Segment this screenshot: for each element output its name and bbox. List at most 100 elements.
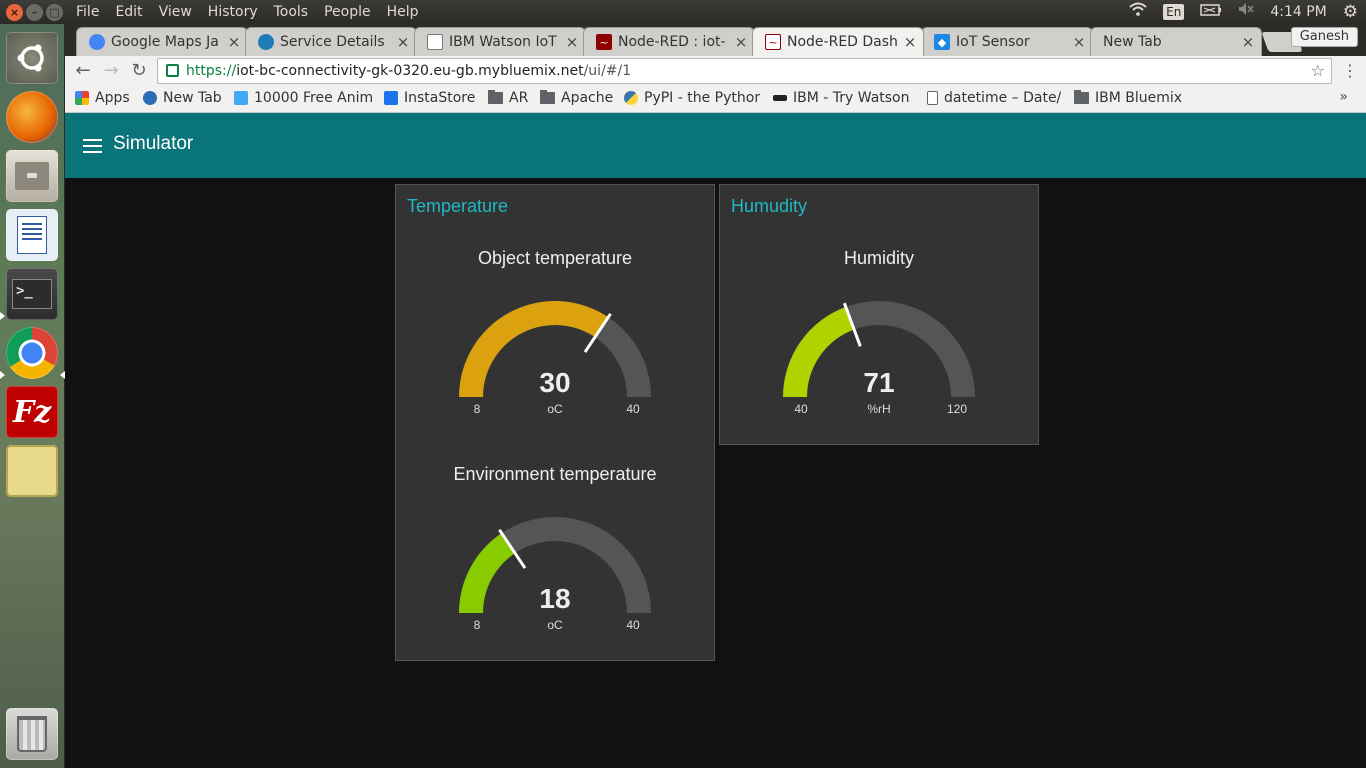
clock[interactable]: 4:14 PM — [1262, 0, 1334, 24]
session-gear-icon[interactable]: ⚙ — [1335, 0, 1366, 24]
bookmark-free-animations[interactable]: 10000 Free Anim — [234, 90, 372, 106]
tab-node-red-editor[interactable]: ~ Node-RED : iot- × — [583, 27, 755, 56]
page-icon — [927, 91, 938, 105]
menu-history[interactable]: History — [200, 0, 266, 24]
volume-muted-icon[interactable] — [1230, 0, 1262, 24]
libreoffice-writer-icon[interactable] — [6, 209, 58, 261]
profile-button[interactable]: Ganesh — [1290, 27, 1358, 47]
bookmark-folder-ibm-bluemix[interactable]: IBM Bluemix — [1074, 90, 1182, 106]
tab-ibm-watson-iot[interactable]: IBM Watson IoT × — [414, 27, 586, 56]
bookmark-instastore[interactable]: InstaStore — [384, 90, 475, 106]
menu-help[interactable]: Help — [379, 0, 427, 24]
gauge-max: 120 — [946, 402, 968, 416]
url-path: /ui/#/1 — [583, 63, 632, 79]
instastore-icon — [384, 91, 398, 105]
chrome-icon[interactable] — [6, 327, 58, 379]
service-details-icon — [258, 34, 274, 50]
dashboard-title: Simulator — [113, 133, 194, 154]
animation-site-icon — [234, 91, 248, 105]
tab-close-icon[interactable]: × — [1070, 33, 1088, 51]
tab-close-icon[interactable]: × — [901, 33, 919, 51]
gauge-unit: oC — [547, 618, 563, 632]
gauge-value: 18 — [539, 583, 571, 614]
keyboard-layout-indicator[interactable]: En — [1163, 4, 1185, 20]
unity-launcher: >_ Fz — [0, 24, 65, 768]
folder-icon — [1074, 90, 1089, 104]
menu-file[interactable]: File — [68, 0, 107, 24]
bookmark-star-icon[interactable]: ☆ — [1311, 59, 1325, 83]
bookmark-new-tab[interactable]: New Tab — [143, 90, 222, 106]
tab-google-maps[interactable]: Google Maps Ja × — [76, 27, 248, 56]
bookmarks-overflow-chevron-icon[interactable]: » — [1339, 89, 1348, 105]
files-icon[interactable] — [6, 150, 58, 202]
browser-toolbar: ← → ↻ https://iot-bc-connectivity-gk-032… — [65, 56, 1366, 86]
forward-arrow-icon[interactable]: → — [99, 60, 123, 82]
menu-tools[interactable]: Tools — [266, 0, 317, 24]
bookmark-pypi[interactable]: PyPI - the Python — [624, 90, 760, 106]
firefox-icon[interactable] — [6, 91, 58, 143]
url-host: iot-bc-connectivity-gk-0320.eu-gb.myblue… — [236, 63, 584, 79]
node-red-icon: ~ — [596, 34, 612, 50]
terminal-icon[interactable]: >_ — [6, 268, 58, 320]
google-maps-icon — [89, 34, 105, 50]
dashboard-content: Temperature Object temperature 30 oC 8 4… — [65, 178, 1366, 768]
tab-iot-sensor[interactable]: ◆ IoT Sensor × — [921, 27, 1093, 56]
filezilla-icon[interactable]: Fz — [6, 386, 58, 438]
tab-close-icon[interactable]: × — [1239, 33, 1257, 51]
menu-edit[interactable]: Edit — [107, 0, 150, 24]
trash-icon[interactable] — [6, 708, 58, 760]
url-scheme: https:// — [186, 63, 237, 79]
hamburger-menu-icon[interactable] — [83, 139, 102, 153]
group-temperature: Temperature Object temperature 30 oC 8 4… — [395, 184, 715, 661]
browser-menu-icon[interactable]: ⋮ — [1342, 60, 1358, 82]
tab-service-details[interactable]: Service Details × — [245, 27, 417, 56]
tab-new-tab[interactable]: New Tab × — [1090, 27, 1262, 56]
tab-close-icon[interactable]: × — [732, 33, 750, 51]
gauge-value: 30 — [539, 367, 571, 398]
bookmark-folder-apache[interactable]: Apache — [540, 90, 613, 106]
menu-view[interactable]: View — [151, 0, 200, 24]
dashboard-toolbar: Simulator — [65, 113, 1366, 178]
tab-close-icon[interactable]: × — [394, 33, 412, 51]
battery-icon[interactable] — [1192, 0, 1230, 24]
gauge-humidity: Humidity 71 %rH 40 120 — [720, 185, 1038, 416]
app-menu-bar: File Edit View History Tools People Help — [68, 0, 427, 24]
gauge-min: 40 — [794, 402, 808, 416]
group-humidity: Humudity Humidity 71 %rH 40 120 — [719, 184, 1039, 445]
reload-icon[interactable]: ↻ — [127, 60, 151, 82]
tab-close-icon[interactable]: × — [563, 33, 581, 51]
back-arrow-icon[interactable]: ← — [71, 60, 95, 82]
iot-sensor-icon: ◆ — [934, 34, 950, 50]
python-icon — [624, 91, 638, 105]
menu-people[interactable]: People — [316, 0, 379, 24]
system-tray: En 4:14 PM ⚙ — [1121, 0, 1366, 24]
browser-tab-strip: Google Maps Ja × Service Details × IBM W… — [65, 24, 1366, 56]
wifi-icon[interactable] — [1121, 0, 1155, 24]
system-top-panel: × – □ File Edit View History Tools Peopl… — [0, 0, 1366, 24]
page-icon — [427, 34, 443, 50]
address-bar[interactable]: https://iot-bc-connectivity-gk-0320.eu-g… — [157, 58, 1332, 84]
folder-icon — [488, 90, 503, 104]
window-maximize-button[interactable]: □ — [46, 3, 63, 21]
tab-close-icon[interactable]: × — [225, 33, 243, 51]
apps-grid-icon — [75, 91, 89, 105]
window-minimize-button[interactable]: – — [26, 3, 43, 21]
bookmark-ibm-try-watson[interactable]: IBM - Try Watson — [773, 90, 909, 106]
folder-icon — [540, 90, 555, 104]
window-controls: × – □ — [6, 3, 68, 21]
sticky-notes-icon[interactable] — [6, 445, 58, 497]
bookmark-apps[interactable]: Apps — [75, 90, 130, 106]
gauge-unit: %rH — [867, 402, 891, 416]
gauge-value: 71 — [863, 367, 895, 398]
bookmarks-bar: Apps New Tab 10000 Free Anim InstaStore … — [65, 86, 1366, 113]
window-close-button[interactable]: × — [6, 3, 23, 21]
tab-node-red-dashboard[interactable]: ~ Node-RED Dash × — [752, 27, 924, 56]
secure-lock-icon — [166, 64, 179, 77]
gauge-object-temperature: Object temperature 30 oC 8 40 — [396, 185, 714, 416]
ubuntu-dash-icon[interactable] — [6, 32, 58, 84]
bookmark-datetime[interactable]: datetime – Date/ — [927, 90, 1061, 106]
bookmark-folder-ar[interactable]: AR — [488, 90, 528, 106]
tata-logo-icon — [143, 91, 157, 105]
watson-icon — [773, 95, 787, 101]
node-red-icon: ~ — [765, 34, 781, 50]
